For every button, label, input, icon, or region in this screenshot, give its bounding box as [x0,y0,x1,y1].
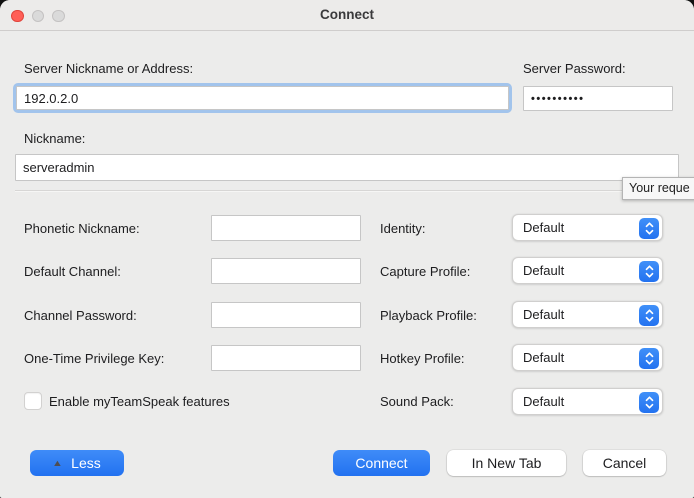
privilege-key-label: One-Time Privilege Key: [24,351,164,366]
default-channel-label: Default Channel: [24,264,121,279]
nickname-input[interactable] [15,154,679,181]
less-button[interactable]: ▲ Less [30,450,124,476]
connect-dialog: Connect Server Nickname or Address: Serv… [0,0,694,498]
capture-profile-dropdown-value: Default [523,263,564,278]
server-password-label: Server Password: [523,61,626,76]
up-down-chevrons-icon [639,305,659,326]
server-password-input[interactable] [523,86,673,111]
sound-pack-label: Sound Pack: [380,394,454,409]
server-address-focus-ring [13,83,512,113]
titlebar: Connect [0,0,694,31]
in-new-tab-button[interactable]: In New Tab [447,450,566,476]
channel-password-input[interactable] [211,302,361,328]
server-address-input[interactable] [16,86,509,110]
default-channel-input[interactable] [211,258,361,284]
up-down-chevrons-icon [639,218,659,239]
cancel-button[interactable]: Cancel [583,450,666,476]
capture-profile-dropdown[interactable]: Default [512,257,663,284]
section-divider [15,190,679,192]
connect-button[interactable]: Connect [333,450,430,476]
myteamspeak-checkbox[interactable] [24,392,42,410]
identity-dropdown-value: Default [523,220,564,235]
channel-password-label: Channel Password: [24,308,137,323]
cancel-button-label: Cancel [603,455,647,471]
sound-pack-dropdown-value: Default [523,394,564,409]
phonetic-nickname-label: Phonetic Nickname: [24,221,140,236]
hotkey-profile-label: Hotkey Profile: [380,351,465,366]
playback-profile-dropdown-value: Default [523,307,564,322]
nickname-label: Nickname: [24,131,85,146]
capture-profile-label: Capture Profile: [380,264,470,279]
up-triangle-icon: ▲ [52,458,63,468]
window-title: Connect [0,7,694,22]
privilege-key-input[interactable] [211,345,361,371]
server-address-label: Server Nickname or Address: [24,61,193,76]
hotkey-profile-dropdown[interactable]: Default [512,344,663,371]
phonetic-nickname-input[interactable] [211,215,361,241]
identity-label: Identity: [380,221,426,236]
myteamspeak-checkbox-label: Enable myTeamSpeak features [49,394,230,409]
up-down-chevrons-icon [639,392,659,413]
up-down-chevrons-icon [639,261,659,282]
connect-button-label: Connect [355,455,407,471]
up-down-chevrons-icon [639,348,659,369]
tooltip: Your reque [622,177,694,200]
hotkey-profile-dropdown-value: Default [523,350,564,365]
sound-pack-dropdown[interactable]: Default [512,388,663,415]
in-new-tab-button-label: In New Tab [472,455,542,471]
playback-profile-dropdown[interactable]: Default [512,301,663,328]
identity-dropdown[interactable]: Default [512,214,663,241]
less-button-label: Less [71,455,101,471]
playback-profile-label: Playback Profile: [380,308,477,323]
